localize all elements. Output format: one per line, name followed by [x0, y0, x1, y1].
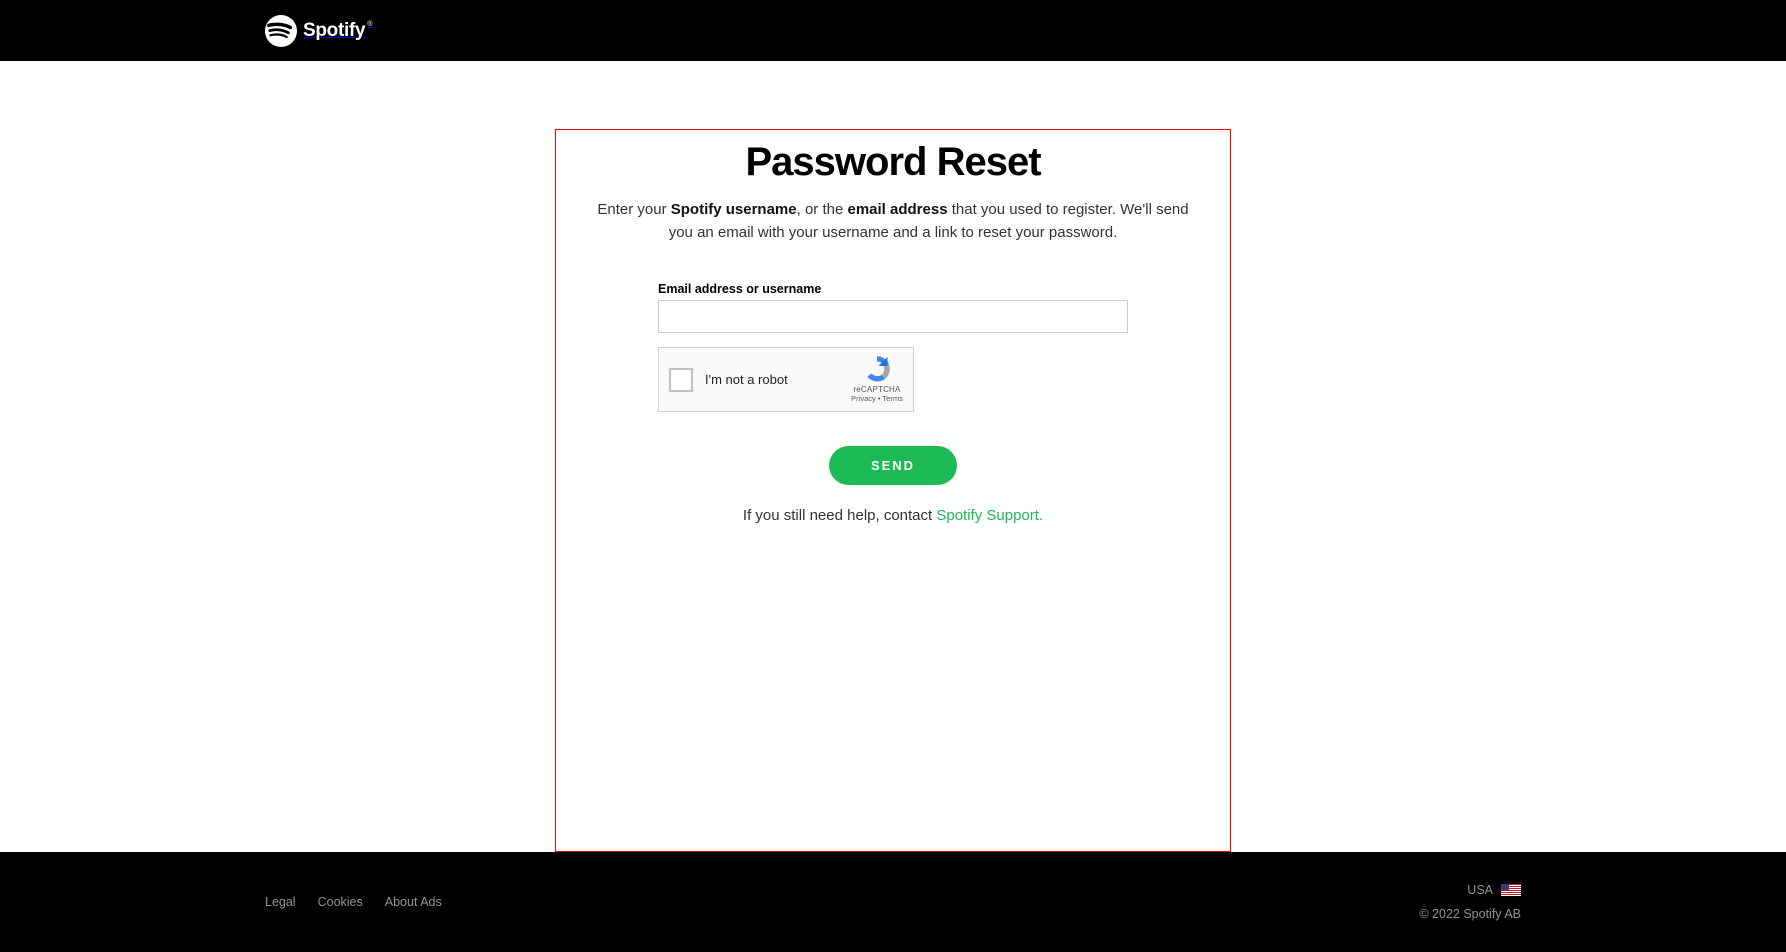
- recaptcha-icon: [862, 354, 892, 384]
- recaptcha-badge: reCAPTCHA Privacy • Terms: [851, 354, 903, 403]
- recaptcha-terms-link[interactable]: Terms: [882, 394, 902, 403]
- send-button[interactable]: SEND: [829, 446, 957, 485]
- footer-right: USA © 2022 Spotify AB: [1419, 883, 1521, 921]
- footer: Legal Cookies About Ads USA © 2022 Spoti…: [0, 852, 1786, 952]
- recaptcha-brand: reCAPTCHA: [851, 385, 903, 394]
- recaptcha-widget: I'm not a robot reCAPTCHA Privacy • Term…: [658, 347, 914, 412]
- spotify-support-link[interactable]: Spotify Support.: [936, 507, 1043, 524]
- footer-link-legal[interactable]: Legal: [265, 895, 296, 909]
- spotify-icon: [265, 15, 297, 47]
- footer-nav: Legal Cookies About Ads: [265, 895, 442, 909]
- recaptcha-label: I'm not a robot: [705, 372, 788, 387]
- recaptcha-privacy-link[interactable]: Privacy: [851, 394, 876, 403]
- brand-name: Spotify: [303, 20, 365, 42]
- email-username-input[interactable]: [658, 300, 1128, 333]
- email-username-label: Email address or username: [658, 282, 1128, 296]
- password-reset-card: Password Reset Enter your Spotify userna…: [555, 129, 1231, 852]
- footer-link-about-ads[interactable]: About Ads: [385, 895, 442, 909]
- page-title: Password Reset: [586, 140, 1200, 185]
- main-content: Password Reset Enter your Spotify userna…: [0, 61, 1786, 852]
- registered-mark: ®: [367, 21, 372, 28]
- recaptcha-legal: Privacy • Terms: [851, 394, 903, 403]
- header: Spotify ®: [0, 0, 1786, 61]
- spotify-logo-link[interactable]: Spotify ®: [265, 15, 372, 47]
- form-block: Email address or username I'm not a robo…: [658, 282, 1128, 412]
- locale-selector[interactable]: USA: [1419, 883, 1521, 897]
- recaptcha-checkbox[interactable]: [669, 368, 693, 392]
- locale-label: USA: [1467, 883, 1493, 897]
- copyright: © 2022 Spotify AB: [1419, 907, 1521, 921]
- help-text: If you still need help, contact Spotify …: [586, 507, 1200, 524]
- footer-link-cookies[interactable]: Cookies: [318, 895, 363, 909]
- instructions-text: Enter your Spotify username, or the emai…: [586, 199, 1200, 244]
- usa-flag-icon: [1501, 884, 1521, 896]
